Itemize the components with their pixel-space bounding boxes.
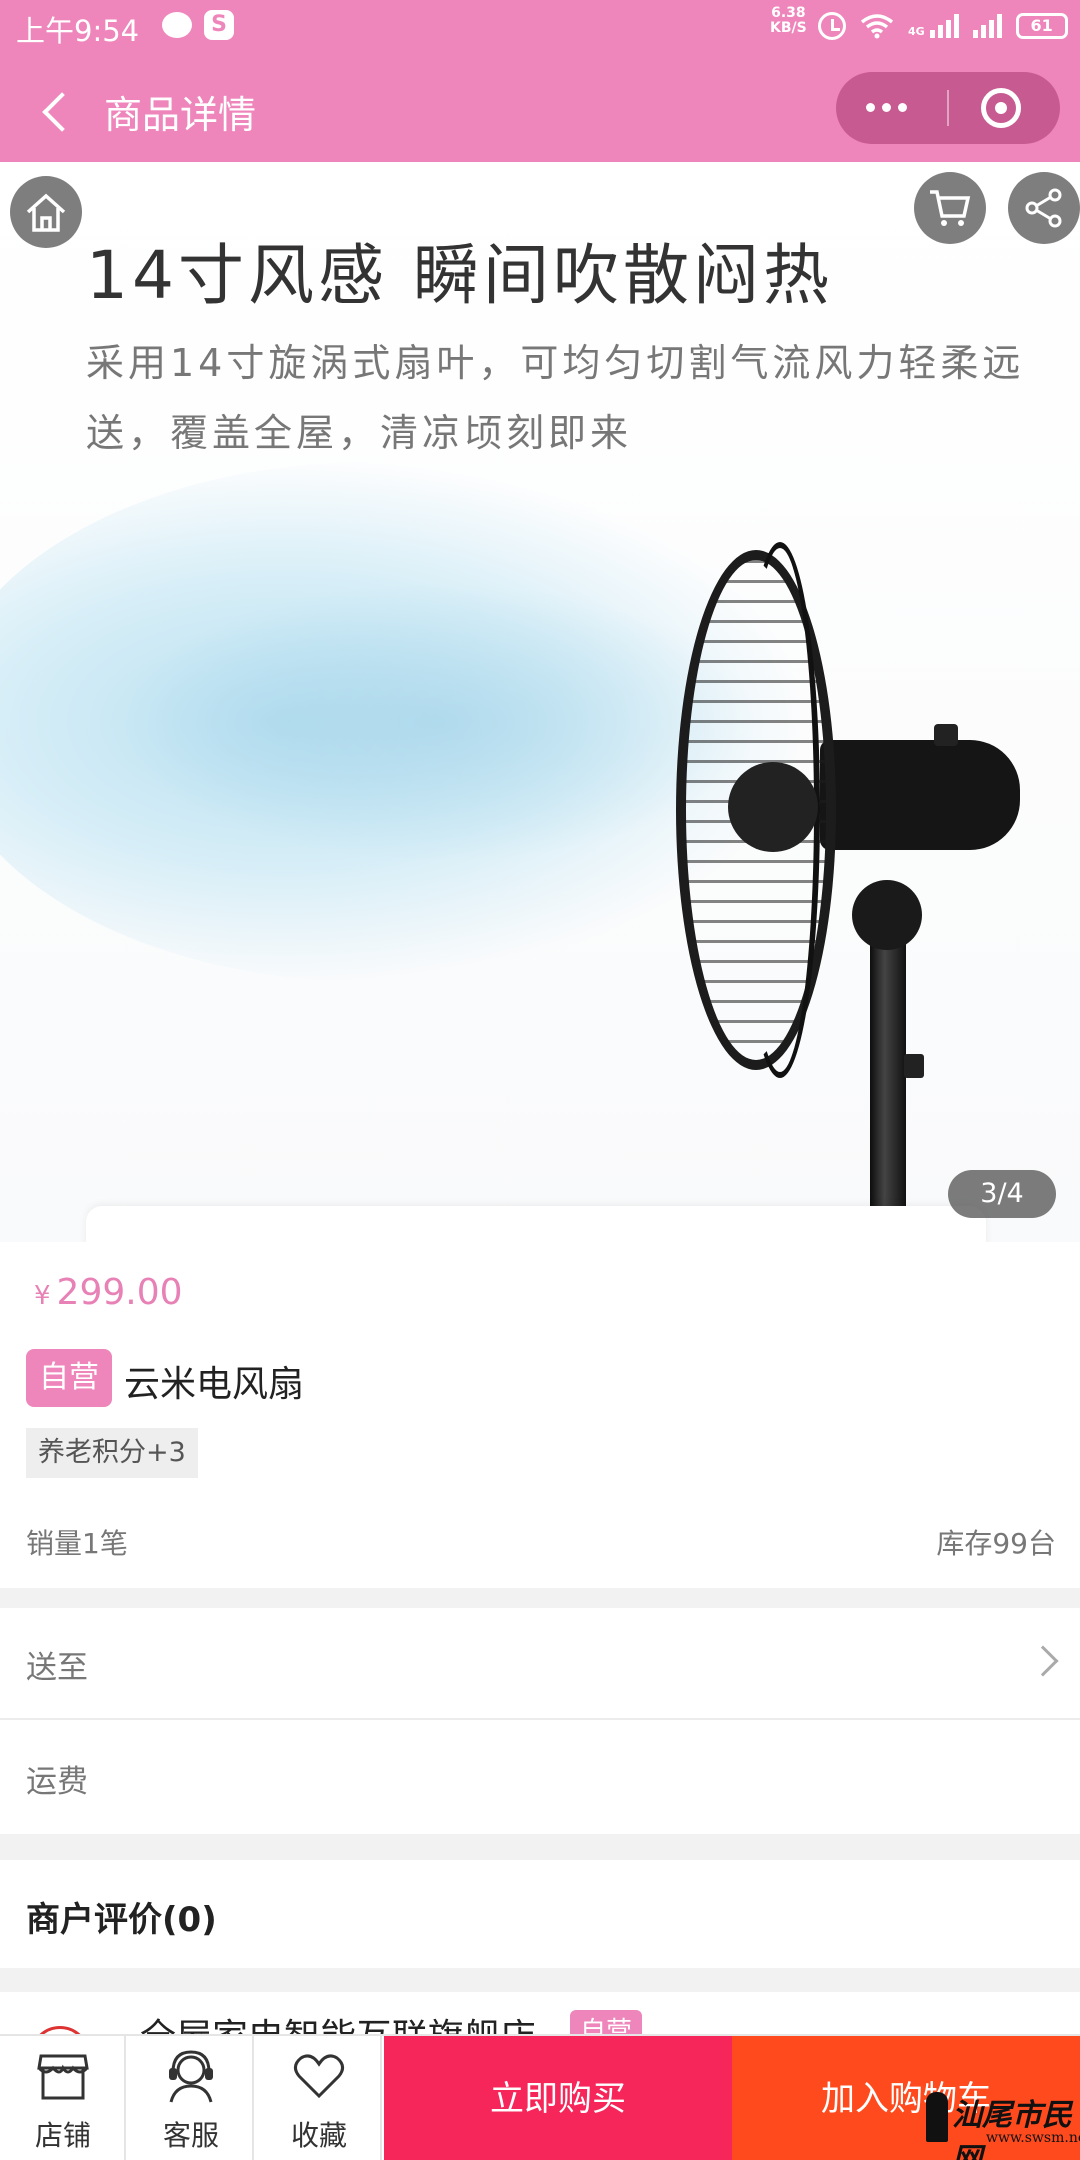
fan-pole [870, 932, 906, 1242]
home-icon [26, 193, 66, 232]
message-notification-icon [162, 12, 192, 38]
page-title: 商品详情 [104, 93, 257, 137]
status-bar: 上午9:54 S 6.38 KB/S 4G 61 [0, 0, 1080, 52]
customer-service-icon [169, 2050, 213, 2103]
fan-joint [852, 880, 922, 950]
target-close-icon [981, 88, 1021, 128]
more-dots-icon [866, 103, 907, 112]
hero-subline: 采用14寸旋涡式扇叶，可均匀切割气流风力轻柔远送，覆盖全屋，清凉顷刻即来 [86, 341, 1025, 455]
watermark-figure-icon [926, 2092, 948, 2142]
reviews-section[interactable]: 商户评价(0) [0, 1860, 1080, 1968]
product-image-carousel[interactable]: 14寸风感 瞬间吹散闷热 采用14寸旋涡式扇叶，可均匀切割气流风力轻柔远送，覆盖… [0, 162, 1080, 1242]
bottom-action-bar: 店铺 客服 收藏 立即购买 加入购物车 [0, 2034, 1080, 2160]
price-value: 299.00 [56, 1272, 183, 1313]
miniprogram-capsule [836, 72, 1060, 144]
share-button[interactable] [1008, 172, 1080, 244]
image-card-edge [86, 1206, 986, 1242]
product-info: ¥299.00 自营 云米电风扇 养老积分+3 销量1笔 库存99台 [0, 1242, 1080, 1588]
stock-count: 库存99台 [936, 1527, 1056, 1560]
watermark-url: www.swsm.net [986, 2130, 1080, 2146]
favorite-tab[interactable]: 收藏 [256, 2036, 382, 2160]
cart-button[interactable] [914, 172, 986, 244]
fan-knob [934, 724, 958, 746]
chevron-right-icon [1027, 1645, 1059, 1677]
reviews-title: 商户评价(0) [26, 1900, 217, 1940]
more-button[interactable] [836, 72, 947, 144]
battery-icon: 61 [1015, 13, 1068, 39]
close-miniprogram-button[interactable] [949, 72, 1060, 144]
freight-row: 运费 [0, 1722, 1080, 1834]
status-icons: 4G 61 [818, 6, 1068, 46]
network-speed-unit: KB/S [770, 20, 807, 36]
self-operated-badge: 自营 [26, 1349, 112, 1407]
fan-motor [820, 740, 1020, 850]
service-label: 客服 [162, 2119, 219, 2152]
currency-symbol: ¥ [34, 1281, 51, 1311]
buy-now-button[interactable]: 立即购买 [384, 2036, 732, 2160]
status-time: 上午9:54 [16, 14, 140, 48]
airflow-graphic-inner [120, 582, 760, 862]
signal-icon [972, 14, 1002, 38]
shop-icon [37, 2054, 89, 2100]
points-tag: 养老积分+3 [26, 1428, 198, 1478]
fan-pole-knob [904, 1054, 924, 1078]
cart-icon [930, 190, 971, 226]
signal-4g-icon: 4G [908, 14, 959, 38]
shop-tab[interactable]: 店铺 [0, 2036, 126, 2160]
deliver-to-row[interactable]: 送至 [0, 1608, 1080, 1720]
product-name: 云米电风扇 [124, 1364, 305, 1405]
carousel-page-indicator: 3/4 [948, 1170, 1056, 1218]
service-tab[interactable]: 客服 [128, 2036, 254, 2160]
hero-headline: 14寸风感 瞬间吹散闷热 [86, 237, 833, 314]
back-button[interactable] [30, 82, 90, 142]
site-watermark: 汕尾市民网 www.swsm.net [926, 2088, 1080, 2160]
shop-label: 店铺 [34, 2119, 91, 2152]
freight-label: 运费 [26, 1764, 88, 1800]
watermark-text: 汕尾市民网 [952, 2098, 1072, 2160]
sales-count: 销量1笔 [26, 1527, 128, 1560]
product-price: ¥299.00 [34, 1272, 183, 1313]
app-notification-icon: S [204, 10, 234, 40]
network-type: 4G [908, 25, 925, 38]
top-bar: 上午9:54 S 6.38 KB/S 4G 61 商品详情 [0, 0, 1080, 162]
heart-icon [294, 2054, 344, 2099]
favorite-label: 收藏 [290, 2119, 347, 2152]
nav-bar: 商品详情 [0, 62, 1080, 162]
network-speed: 6.38 KB/S [770, 6, 807, 36]
wifi-icon [860, 14, 894, 39]
shipping-section: 送至 运费 [0, 1608, 1080, 1834]
network-speed-value: 6.38 [771, 5, 806, 21]
fan-hub [728, 762, 818, 852]
home-button[interactable] [10, 176, 82, 248]
share-icon [1025, 188, 1062, 228]
alarm-icon [818, 12, 846, 40]
deliver-to-label: 送至 [26, 1650, 88, 1686]
